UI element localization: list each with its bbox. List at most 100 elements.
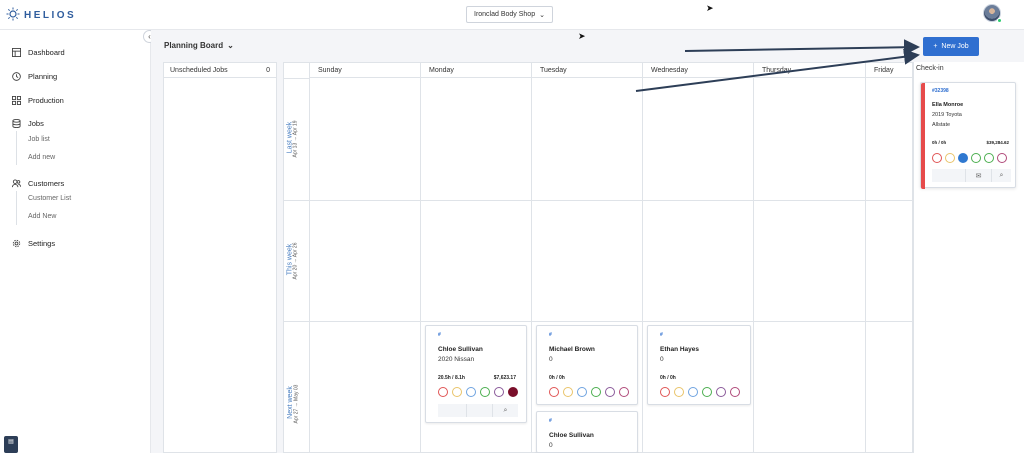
customer-name: Chloe Sullivan — [549, 432, 594, 439]
status-circle[interactable] — [605, 387, 615, 397]
paperclip-icon[interactable]: ⌕ — [991, 169, 1011, 182]
week-range-last: Apr 13 → Apr 19 — [292, 120, 299, 158]
sidebar-item-add-new-job[interactable]: Add new — [28, 154, 55, 161]
job-number[interactable]: # — [549, 418, 552, 424]
paperclip-icon[interactable]: ⌕ — [492, 404, 518, 417]
job-card[interactable]: # Michael Brown 0 0h / 0h — [536, 325, 638, 405]
page-title: Planning Board — [164, 41, 224, 50]
sidebar-item-label: Production — [28, 96, 64, 105]
amount: $39,284.62 — [986, 140, 1009, 145]
app-name: HELIOS — [24, 9, 77, 21]
status-circle[interactable] — [466, 387, 476, 397]
day-header-tuesday: Tuesday — [532, 63, 642, 78]
day-header-sunday: Sunday — [310, 63, 420, 78]
customer-name: Chloe Sullivan — [438, 346, 483, 353]
mail-icon[interactable]: ✉ — [965, 169, 991, 182]
status-circle[interactable] — [577, 387, 587, 397]
day-header-wednesday: Wednesday — [643, 63, 753, 78]
status-circle[interactable] — [452, 387, 462, 397]
plus-icon: + — [933, 43, 938, 50]
database-icon — [12, 119, 21, 128]
day-header-friday: Friday — [866, 63, 914, 78]
status-circle[interactable] — [688, 387, 698, 397]
status-circle[interactable] — [563, 387, 573, 397]
status-circles — [549, 387, 629, 397]
status-circle[interactable] — [674, 387, 684, 397]
card-action-empty[interactable] — [466, 404, 492, 417]
job-card[interactable]: # Chloe Sullivan 0 — [536, 411, 638, 453]
status-circle[interactable] — [932, 153, 942, 163]
clock-icon — [12, 72, 21, 81]
insurer: Allstate — [932, 122, 951, 128]
status-circle[interactable] — [716, 387, 726, 397]
priority-bar — [921, 83, 925, 189]
new-job-label: New Job — [941, 43, 969, 50]
chat-widget-icon[interactable]: ▤ — [4, 436, 18, 453]
job-number[interactable]: # — [660, 332, 663, 338]
sidebar-item-jobs[interactable]: Jobs — [12, 119, 44, 128]
hours: 0h / 0h — [549, 375, 565, 381]
unscheduled-jobs-header: Unscheduled Jobs 0 — [164, 63, 276, 78]
checkin-header: Check-in — [916, 65, 944, 72]
sidebar-item-label: Dashboard — [28, 48, 65, 57]
dashboard-icon — [12, 48, 21, 57]
sidebar-item-customer-list[interactable]: Customer List — [28, 195, 71, 202]
vehicle: 2019 Toyota — [932, 112, 962, 118]
unscheduled-jobs-label: Unscheduled Jobs — [170, 66, 228, 74]
checkin-job-card[interactable]: #32398 Ella Monroe 2019 Toyota Allstate … — [920, 82, 1016, 189]
online-status-dot — [997, 18, 1002, 23]
shop-select[interactable]: Ironclad Body Shop ⌄ — [466, 6, 553, 23]
week-row-last: Last week Apr 13 → Apr 19 — [286, 78, 307, 200]
sidebar-item-settings[interactable]: Settings — [12, 239, 55, 248]
status-circle[interactable] — [549, 387, 559, 397]
sidebar-item-production[interactable]: Production — [12, 96, 64, 105]
status-circle[interactable] — [984, 153, 994, 163]
hours: 20.5h / 8.1h — [438, 375, 465, 381]
sidebar-item-label: Settings — [28, 239, 56, 248]
vehicle: 0 — [660, 356, 664, 363]
unscheduled-jobs-panel: Unscheduled Jobs 0 — [163, 62, 277, 453]
status-circle[interactable] — [730, 387, 740, 397]
job-card[interactable]: # Chloe Sullivan 2020 Nissan 20.5h / 8.1… — [425, 325, 527, 423]
job-card[interactable]: # Ethan Hayes 0 0h / 0h — [647, 325, 751, 405]
status-circle[interactable] — [702, 387, 712, 397]
app-logo[interactable]: HELIOS — [6, 7, 76, 23]
status-circle[interactable] — [494, 387, 504, 397]
sidebar-item-dashboard[interactable]: Dashboard — [12, 48, 65, 57]
customer-name: Michael Brown — [549, 346, 595, 353]
status-circle[interactable] — [945, 153, 955, 163]
status-circle[interactable] — [660, 387, 670, 397]
unscheduled-jobs-count: 0 — [266, 66, 270, 74]
status-circles — [932, 153, 1007, 163]
status-circle[interactable] — [958, 153, 968, 163]
status-circle[interactable] — [591, 387, 601, 397]
sidebar-item-customers[interactable]: Customers — [12, 179, 64, 188]
status-circle[interactable] — [619, 387, 629, 397]
sidebar-item-add-new-customer[interactable]: Add New — [28, 213, 56, 220]
status-circle[interactable] — [997, 153, 1007, 163]
hours: 0h / 0h — [932, 140, 947, 145]
jobs-submenu-line — [16, 131, 17, 165]
customers-submenu-line — [16, 191, 17, 225]
status-circle[interactable] — [971, 153, 981, 163]
planning-board-dropdown[interactable]: Planning Board ⌄ — [164, 41, 234, 50]
job-number[interactable]: # — [549, 332, 552, 338]
day-header-thursday: Thursday — [754, 63, 865, 78]
mouse-cursor-icon: ➤ — [706, 3, 714, 13]
sidebar-item-label: Jobs — [28, 119, 44, 128]
card-footer: ✉ ⌕ — [932, 169, 1011, 182]
job-number[interactable]: # — [438, 332, 441, 338]
sidebar-item-planning[interactable]: Planning — [12, 72, 57, 81]
hours: 0h / 0h — [660, 375, 676, 381]
sidebar-item-label: Customers — [28, 179, 65, 188]
new-job-button[interactable]: + New Job — [923, 37, 979, 56]
amount: $7,623.17 — [493, 375, 516, 381]
status-circle[interactable] — [438, 387, 448, 397]
week-range-next: Apr 27 → May 03 — [293, 384, 300, 424]
status-circle[interactable] — [480, 387, 490, 397]
status-circle[interactable] — [508, 387, 518, 397]
sidebar-item-job-list[interactable]: Job list — [28, 136, 50, 143]
grid-icon — [12, 96, 21, 105]
users-icon — [12, 179, 21, 188]
repair-order-number[interactable]: #32398 — [932, 88, 949, 94]
